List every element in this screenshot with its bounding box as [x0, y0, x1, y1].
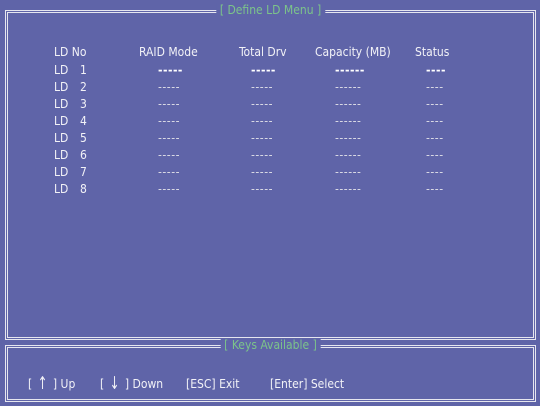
ld-label: LD	[54, 131, 69, 145]
key-down-label: ] Down	[124, 377, 164, 391]
raid-mode-value: -----	[158, 114, 180, 128]
total-drv-value: -----	[251, 80, 273, 94]
down-arrow-icon: ↓	[109, 374, 120, 395]
key-up: [ ↑ ] Up	[28, 374, 76, 395]
ld-number: 3	[80, 97, 87, 111]
raid-mode-value: -----	[158, 148, 180, 162]
key-enter-select: [Enter] Select	[270, 377, 345, 391]
ld-label: LD	[54, 148, 69, 162]
ld-number: 2	[80, 80, 87, 94]
ld-row-4[interactable]: LD 4 ----- ----- ------ ----	[8, 113, 533, 130]
header-raid-mode: RAID Mode	[139, 45, 198, 59]
capacity-value: ------	[335, 97, 362, 111]
capacity-value: ------	[335, 165, 362, 179]
header-ld-no: LD No	[54, 45, 87, 59]
define-ld-menu-title: [ Define LD Menu ]	[215, 3, 326, 17]
total-drv-value: -----	[251, 97, 273, 111]
ld-row-1[interactable]: LD 1 ----- ----- ------ ----	[8, 62, 533, 79]
capacity-value: ------	[335, 80, 362, 94]
raid-mode-value: -----	[158, 80, 180, 94]
keys-available-panel: [ Keys Available ] [ ↑ ] Up [ ↓ ] Down […	[5, 338, 536, 402]
status-value: ----	[426, 182, 444, 196]
ld-number: 8	[80, 182, 87, 196]
ld-row-6[interactable]: LD 6 ----- ----- ------ ----	[8, 147, 533, 164]
ld-number: 5	[80, 131, 87, 145]
ld-row-8[interactable]: LD 8 ----- ----- ------ ----	[8, 181, 533, 198]
ld-number: 1	[80, 63, 87, 77]
ld-label: LD	[54, 63, 69, 77]
ld-label: LD	[54, 80, 69, 94]
ld-number: 4	[80, 114, 87, 128]
capacity-value: ------	[335, 131, 362, 145]
bracket-open: [	[100, 377, 105, 391]
capacity-value: ------	[335, 148, 362, 162]
ld-row-2[interactable]: LD 2 ----- ----- ------ ----	[8, 79, 533, 96]
total-drv-value: -----	[251, 131, 273, 145]
ld-label: LD	[54, 114, 69, 128]
capacity-value: ------	[335, 182, 362, 196]
status-value: ----	[426, 165, 444, 179]
ld-number: 6	[80, 148, 87, 162]
total-drv-value: -----	[251, 148, 273, 162]
status-value: ----	[426, 97, 444, 111]
status-value: ----	[426, 131, 444, 145]
define-ld-menu-panel: [ Define LD Menu ] LD No RAID Mode Total…	[5, 3, 536, 340]
key-up-label: ] Up	[52, 377, 76, 391]
total-drv-value: -----	[251, 114, 273, 128]
capacity-value: ------	[335, 114, 362, 128]
ld-label: LD	[54, 97, 69, 111]
status-value: ----	[426, 63, 446, 77]
total-drv-value: -----	[251, 165, 273, 179]
raid-mode-value: -----	[158, 182, 180, 196]
status-value: ----	[426, 148, 444, 162]
keys-available-title: [ Keys Available ]	[220, 338, 321, 352]
ld-label: LD	[54, 165, 69, 179]
header-capacity: Capacity (MB)	[315, 45, 391, 59]
status-value: ----	[426, 80, 444, 94]
total-drv-value: -----	[251, 182, 273, 196]
total-drv-value: -----	[251, 63, 276, 77]
ld-label: LD	[54, 182, 69, 196]
capacity-value: ------	[335, 63, 365, 77]
raid-mode-value: -----	[158, 165, 180, 179]
raid-mode-value: -----	[158, 97, 180, 111]
up-arrow-icon: ↑	[37, 374, 48, 395]
ld-row-5[interactable]: LD 5 ----- ----- ------ ----	[8, 130, 533, 147]
bios-screen: [ Define LD Menu ] LD No RAID Mode Total…	[0, 0, 540, 406]
bracket-open: [	[28, 377, 33, 391]
key-down: [ ↓ ] Down	[100, 374, 164, 395]
header-total-drv: Total Drv	[239, 45, 287, 59]
key-esc-exit: [ESC] Exit	[186, 377, 240, 391]
ld-number: 7	[80, 165, 87, 179]
header-status: Status	[415, 45, 450, 59]
ld-row-7[interactable]: LD 7 ----- ----- ------ ----	[8, 164, 533, 181]
ld-row-3[interactable]: LD 3 ----- ----- ------ ----	[8, 96, 533, 113]
raid-mode-value: -----	[158, 63, 183, 77]
status-value: ----	[426, 114, 444, 128]
raid-mode-value: -----	[158, 131, 180, 145]
